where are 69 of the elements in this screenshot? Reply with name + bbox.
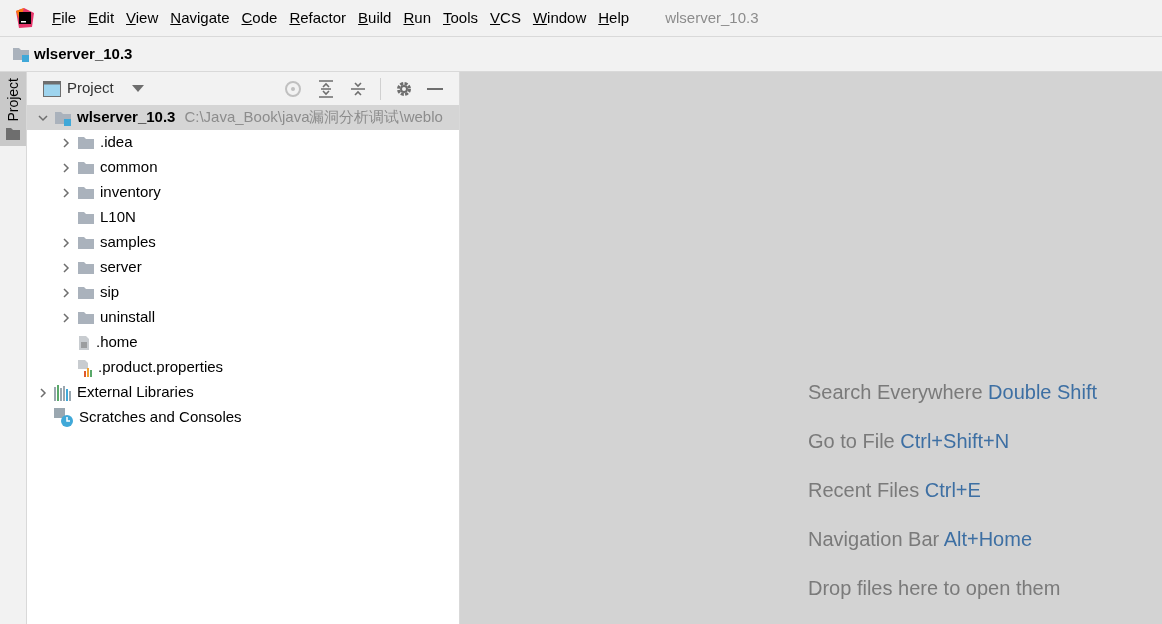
- module-folder-icon: [12, 46, 30, 62]
- tree-item-label: L10N: [100, 207, 136, 228]
- tree-row[interactable]: External Libraries: [27, 380, 459, 405]
- tree-row[interactable]: inventory: [27, 180, 459, 205]
- menu-item[interactable]: Tools: [443, 6, 479, 30]
- folder-icon: [77, 259, 95, 276]
- collapse-all-icon[interactable]: [350, 79, 366, 98]
- tree-row[interactable]: server: [27, 255, 459, 280]
- properties-file-icon: [77, 358, 93, 377]
- text-file-icon: [77, 334, 91, 351]
- expand-all-icon[interactable]: [318, 79, 334, 98]
- tree-row[interactable]: sip: [27, 280, 459, 305]
- shortcut-hint: Go to File Ctrl+Shift+N: [808, 429, 1011, 454]
- window-icon: [43, 80, 61, 97]
- tree-row[interactable]: L10N: [27, 205, 459, 230]
- folder-icon: [77, 234, 95, 251]
- project-tool-tab[interactable]: Project: [0, 72, 26, 146]
- folder-icon: [77, 309, 95, 326]
- tree-row[interactable]: .idea: [27, 130, 459, 155]
- menu-item[interactable]: Code: [241, 6, 278, 30]
- menu-item[interactable]: Build: [358, 6, 392, 30]
- shortcut-hint: Drop files here to open them: [808, 576, 1062, 601]
- menu-item[interactable]: View: [126, 6, 159, 30]
- app-logo-icon: [14, 7, 36, 29]
- menu-item[interactable]: VCS: [490, 6, 521, 30]
- breadcrumb-item[interactable]: wlserver_10.3: [34, 42, 133, 66]
- menu-item[interactable]: Run: [403, 6, 431, 30]
- tree-item-label: wlserver_10.3: [77, 107, 176, 128]
- tree-row[interactable]: .product.properties: [27, 355, 459, 380]
- tree-row[interactable]: common: [27, 155, 459, 180]
- menu-item[interactable]: Edit: [88, 6, 115, 30]
- tree-item-label: .product.properties: [98, 357, 224, 378]
- libraries-icon: [54, 384, 72, 401]
- scratches-icon: [54, 407, 74, 428]
- module-path: C:\Java_Book\java漏洞分析调试\weblo: [184, 107, 443, 128]
- menu-item[interactable]: Navigate: [170, 6, 230, 30]
- panel-title[interactable]: Project: [67, 77, 114, 100]
- tree-item-label: .idea: [100, 132, 133, 153]
- menu-item[interactable]: Window: [532, 6, 587, 30]
- folder-icon: [6, 127, 20, 140]
- folder-icon: [77, 159, 95, 176]
- menu-item[interactable]: Refactor: [289, 6, 347, 30]
- tree-item-label: sip: [100, 282, 120, 303]
- settings-icon[interactable]: [395, 79, 413, 98]
- tree-item-label: samples: [100, 232, 156, 253]
- shortcut-hint: Recent Files Ctrl+E: [808, 478, 982, 503]
- module-folder-icon: [54, 109, 72, 126]
- menu-item[interactable]: Help: [598, 6, 630, 30]
- folder-icon: [77, 134, 95, 151]
- tree-item-label: External Libraries: [77, 382, 194, 403]
- tree-row[interactable]: .home: [27, 330, 459, 355]
- tree-item-label: server: [100, 257, 142, 278]
- shortcut-hint: Navigation Bar Alt+Home: [808, 527, 1033, 552]
- folder-icon: [77, 284, 95, 301]
- tree-row[interactable]: uninstall: [27, 305, 459, 330]
- tree-row[interactable]: Scratches and Consoles: [27, 405, 459, 430]
- tree-item-label: inventory: [100, 182, 161, 203]
- tree-row[interactable]: samples: [27, 230, 459, 255]
- tree-item-label: common: [100, 157, 158, 178]
- tree-item-label: uninstall: [100, 307, 156, 328]
- shortcut-hint: Search Everywhere Double Shift: [808, 380, 1099, 405]
- window-title: wlserver_10.3: [665, 7, 759, 28]
- folder-icon: [77, 184, 95, 201]
- folder-icon: [77, 209, 95, 226]
- tree-item-label: Scratches and Consoles: [79, 407, 242, 428]
- dropdown-caret-icon[interactable]: [131, 84, 144, 93]
- tree-row[interactable]: wlserver_10.3 C:\Java_Book\java漏洞分析调试\weblo: [27, 105, 459, 130]
- menu-item[interactable]: File: [52, 6, 77, 30]
- tree-item-label: .home: [96, 332, 138, 353]
